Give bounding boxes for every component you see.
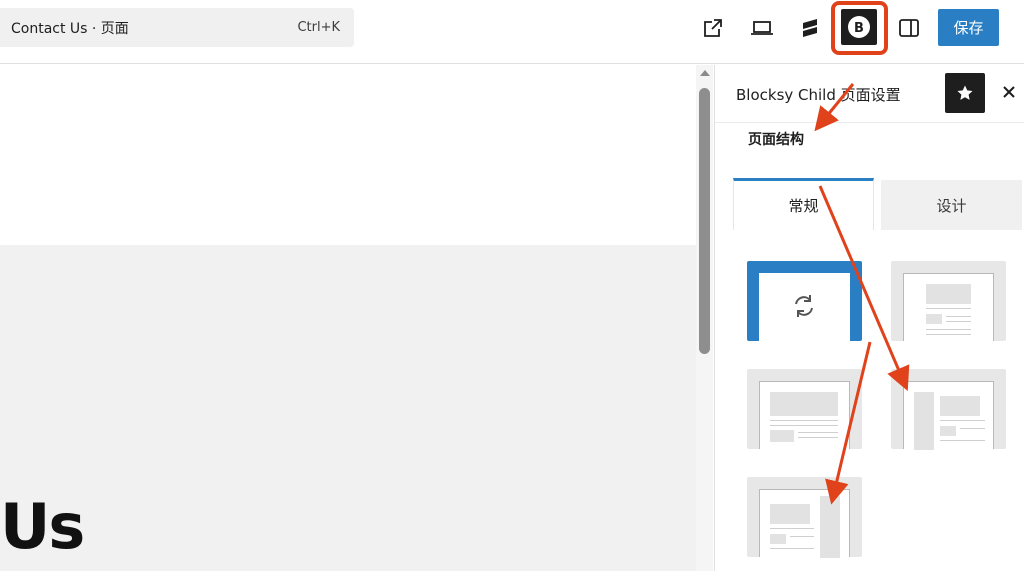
tab-general[interactable]: 常规 — [733, 178, 874, 230]
svg-text:B: B — [854, 21, 864, 36]
scroll-up-arrow-icon[interactable] — [700, 70, 710, 76]
settings-sidebar: Blocksy Child 页面设置 页面结构 常规 设计 — [714, 65, 1024, 571]
cover-block[interactable] — [0, 245, 696, 571]
page-structure-heading: 页面结构 — [748, 132, 804, 148]
command-title: Contact Us · 页面 — [11, 20, 129, 37]
editor-window: Contact Us · 页面 Ctrl+K B 保存 Us Blocksy C… — [0, 0, 1024, 571]
pin-star-button[interactable] — [945, 73, 985, 113]
layout-option-normal[interactable] — [891, 261, 1006, 341]
layout-option-right-sidebar[interactable] — [747, 477, 862, 558]
desktop-view-icon[interactable] — [746, 12, 778, 44]
editor-topbar: Contact Us · 页面 Ctrl+K B 保存 — [0, 0, 1024, 64]
page-heading-fragment[interactable]: Us — [0, 496, 85, 558]
command-palette-button[interactable]: Contact Us · 页面 Ctrl+K — [0, 8, 354, 47]
blocksy-settings-button[interactable]: B — [841, 9, 877, 45]
layout-option-full-width[interactable] — [747, 369, 862, 449]
layout-option-default[interactable] — [747, 261, 862, 341]
sidebar-toggle-icon[interactable] — [893, 12, 925, 44]
close-icon[interactable] — [999, 82, 1019, 102]
layout-option-left-sidebar[interactable] — [891, 369, 1006, 450]
star-icon — [957, 85, 973, 100]
save-button[interactable]: 保存 — [938, 9, 999, 46]
command-shortcut: Ctrl+K — [297, 20, 340, 35]
stackable-icon[interactable] — [794, 12, 826, 44]
reset-icon — [795, 295, 813, 317]
blocksy-icon: B — [848, 16, 870, 38]
settings-tabs: 常规 设计 — [733, 178, 1023, 230]
sidebar-header: Blocksy Child 页面设置 — [715, 65, 1024, 123]
scrollbar-thumb[interactable] — [699, 88, 710, 354]
editor-canvas[interactable] — [0, 65, 696, 571]
sidebar-title: Blocksy Child 页面设置 — [736, 86, 901, 104]
tab-design[interactable]: 设计 — [881, 180, 1022, 230]
external-link-icon[interactable] — [697, 12, 729, 44]
